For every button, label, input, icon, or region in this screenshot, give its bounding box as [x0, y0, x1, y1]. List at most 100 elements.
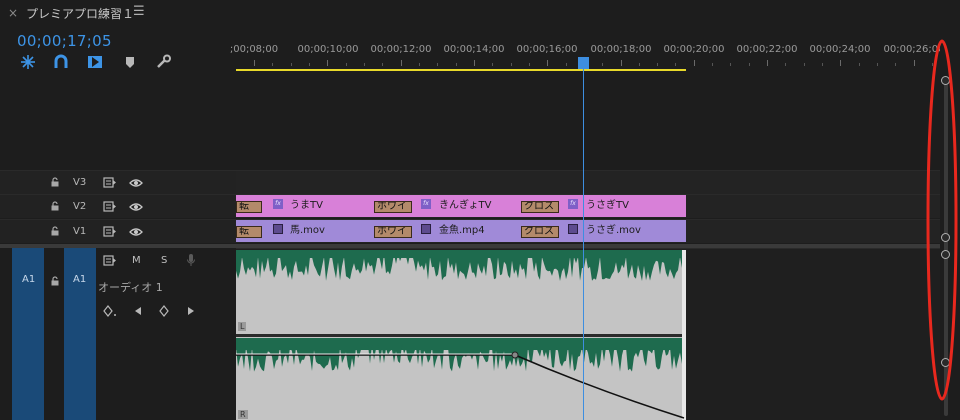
transition-white[interactable]: ホワイ — [374, 226, 412, 238]
ruler-label: 00;00;12;00 — [370, 44, 432, 55]
track-lock-icon[interactable] — [50, 276, 60, 286]
ruler-tick — [767, 60, 769, 66]
track-name-v3[interactable]: V3 — [73, 177, 86, 188]
waveform-channel — [236, 254, 682, 281]
ruler-tick — [473, 60, 475, 66]
transition-white[interactable]: ホワイ — [374, 201, 412, 213]
sync-lock-icon[interactable] — [103, 201, 117, 215]
playhead-line[interactable] — [583, 68, 584, 420]
ruler-tick — [492, 63, 494, 66]
channel-separator — [236, 334, 686, 337]
audio-clip[interactable]: L R — [236, 250, 686, 420]
ruler-tick — [657, 63, 659, 66]
ruler-tick — [565, 63, 567, 66]
ruler-label: ;00;08;00 — [229, 44, 279, 55]
linked-selection-icon[interactable] — [53, 54, 69, 70]
audio-waveform — [236, 250, 686, 420]
sync-lock-icon[interactable] — [103, 255, 117, 269]
snap-icon[interactable] — [20, 54, 36, 70]
ruler-tick — [638, 63, 640, 66]
ruler-label: 00;00;22;00 — [736, 44, 798, 55]
track-header-v1: V1 — [0, 219, 236, 243]
waveform-channel — [236, 344, 682, 372]
annotation-ellipse — [926, 39, 958, 401]
track-header-v3: V3 — [0, 170, 236, 194]
clip-name[interactable]: 馬.mov — [290, 221, 325, 236]
playhead-timecode[interactable]: 00;00;17;05 — [17, 32, 112, 50]
ruler-label: 00;00;20;00 — [663, 44, 725, 55]
ruler-tick — [895, 63, 897, 66]
sequence-tab-bar: × プレミアプロ練習１ ☰ — [0, 0, 960, 28]
ruler-tick — [748, 63, 750, 66]
ruler-tick — [693, 60, 695, 66]
keyframe-add-icon[interactable] — [103, 305, 117, 320]
track-lane-v3[interactable] — [236, 170, 940, 194]
clip-name[interactable]: うさぎ.mov — [586, 221, 641, 236]
previous-keyframe-icon[interactable] — [134, 306, 142, 319]
source-patch-label: A1 — [22, 274, 36, 285]
ruler-tick — [418, 63, 420, 66]
v1-clip-strip[interactable]: 転 馬.mov ホワイ 金魚.mp4 クロス うさぎ.mov — [236, 220, 686, 242]
channel-left-label: L — [238, 322, 247, 331]
clip-name[interactable]: うまTV — [290, 196, 323, 211]
clip-name[interactable]: 金魚.mp4 — [439, 221, 485, 236]
sync-lock-icon[interactable] — [103, 177, 117, 191]
marker-icon[interactable] — [122, 54, 138, 70]
ruler-tick — [528, 63, 530, 66]
sequence-title[interactable]: プレミアプロ練習１ — [26, 5, 134, 22]
time-ruler[interactable]: ;00;08;00 00;00;10;00 00;00;12;00 00;00;… — [230, 38, 960, 72]
clip-name[interactable]: きんぎょTV — [439, 196, 491, 211]
film-badge-icon — [421, 224, 431, 234]
ruler-tick — [730, 63, 732, 66]
volume-keyframe[interactable] — [511, 351, 519, 359]
ruler-label: 00;00;24;00 — [809, 44, 871, 55]
close-tab-button[interactable]: × — [8, 6, 18, 20]
eye-icon[interactable] — [129, 227, 143, 240]
v2-clip-strip[interactable]: 転 fx うまTV ホワイ fx きんぎょTV クロス fx うさぎTV — [236, 195, 686, 217]
ruler-tick — [382, 63, 384, 66]
next-keyframe-icon[interactable] — [187, 306, 195, 319]
audio-track-name[interactable]: オーディオ 1 — [98, 279, 163, 295]
ruler-tick — [712, 63, 714, 66]
ruler-tick — [840, 60, 842, 66]
transition-cross[interactable]: クロス — [521, 201, 559, 213]
ruler-tick — [400, 60, 402, 66]
track-lock-icon[interactable] — [50, 201, 60, 211]
ruler-tick — [437, 63, 439, 66]
wrench-icon[interactable] — [156, 54, 172, 70]
sync-lock-icon[interactable] — [103, 226, 117, 240]
clip-edge — [682, 250, 686, 420]
work-area-bar[interactable] — [236, 69, 686, 71]
ruler-tick — [785, 63, 787, 66]
ruler-tick — [510, 63, 512, 66]
panel-menu-icon[interactable]: ☰ — [133, 4, 145, 19]
eye-icon[interactable] — [129, 202, 143, 215]
add-marker-icon[interactable] — [87, 54, 103, 70]
mute-button[interactable]: M — [132, 255, 141, 266]
microphone-icon[interactable] — [186, 253, 196, 270]
track-lock-icon[interactable] — [50, 226, 60, 236]
ruler-label: 00;00;14;00 — [443, 44, 505, 55]
track-name-v2[interactable]: V2 — [73, 201, 86, 212]
ruler-tick — [290, 63, 292, 66]
eye-icon[interactable] — [129, 178, 143, 191]
ruler-tick — [913, 60, 915, 66]
ruler-tick — [620, 60, 622, 66]
solo-button[interactable]: S — [161, 255, 167, 266]
ruler-tick — [547, 60, 549, 66]
fx-badge-icon: fx — [568, 199, 578, 209]
transition-cross[interactable]: クロス — [521, 226, 559, 238]
playhead-handle[interactable] — [578, 57, 589, 69]
track-name-v1[interactable]: V1 — [73, 226, 86, 237]
ruler-tick — [822, 63, 824, 66]
fx-badge-icon: fx — [273, 199, 283, 209]
keyframe-toggle-icon[interactable] — [159, 305, 169, 320]
track-lock-icon[interactable] — [50, 177, 60, 187]
transition-clip[interactable]: 転 — [236, 226, 262, 238]
channel-right-label: R — [238, 410, 248, 419]
ruler-tick — [327, 60, 329, 66]
ruler-tick — [363, 63, 365, 66]
transition-clip[interactable]: 転 — [236, 201, 262, 213]
ruler-tick — [345, 63, 347, 66]
clip-name[interactable]: うさぎTV — [586, 196, 629, 211]
